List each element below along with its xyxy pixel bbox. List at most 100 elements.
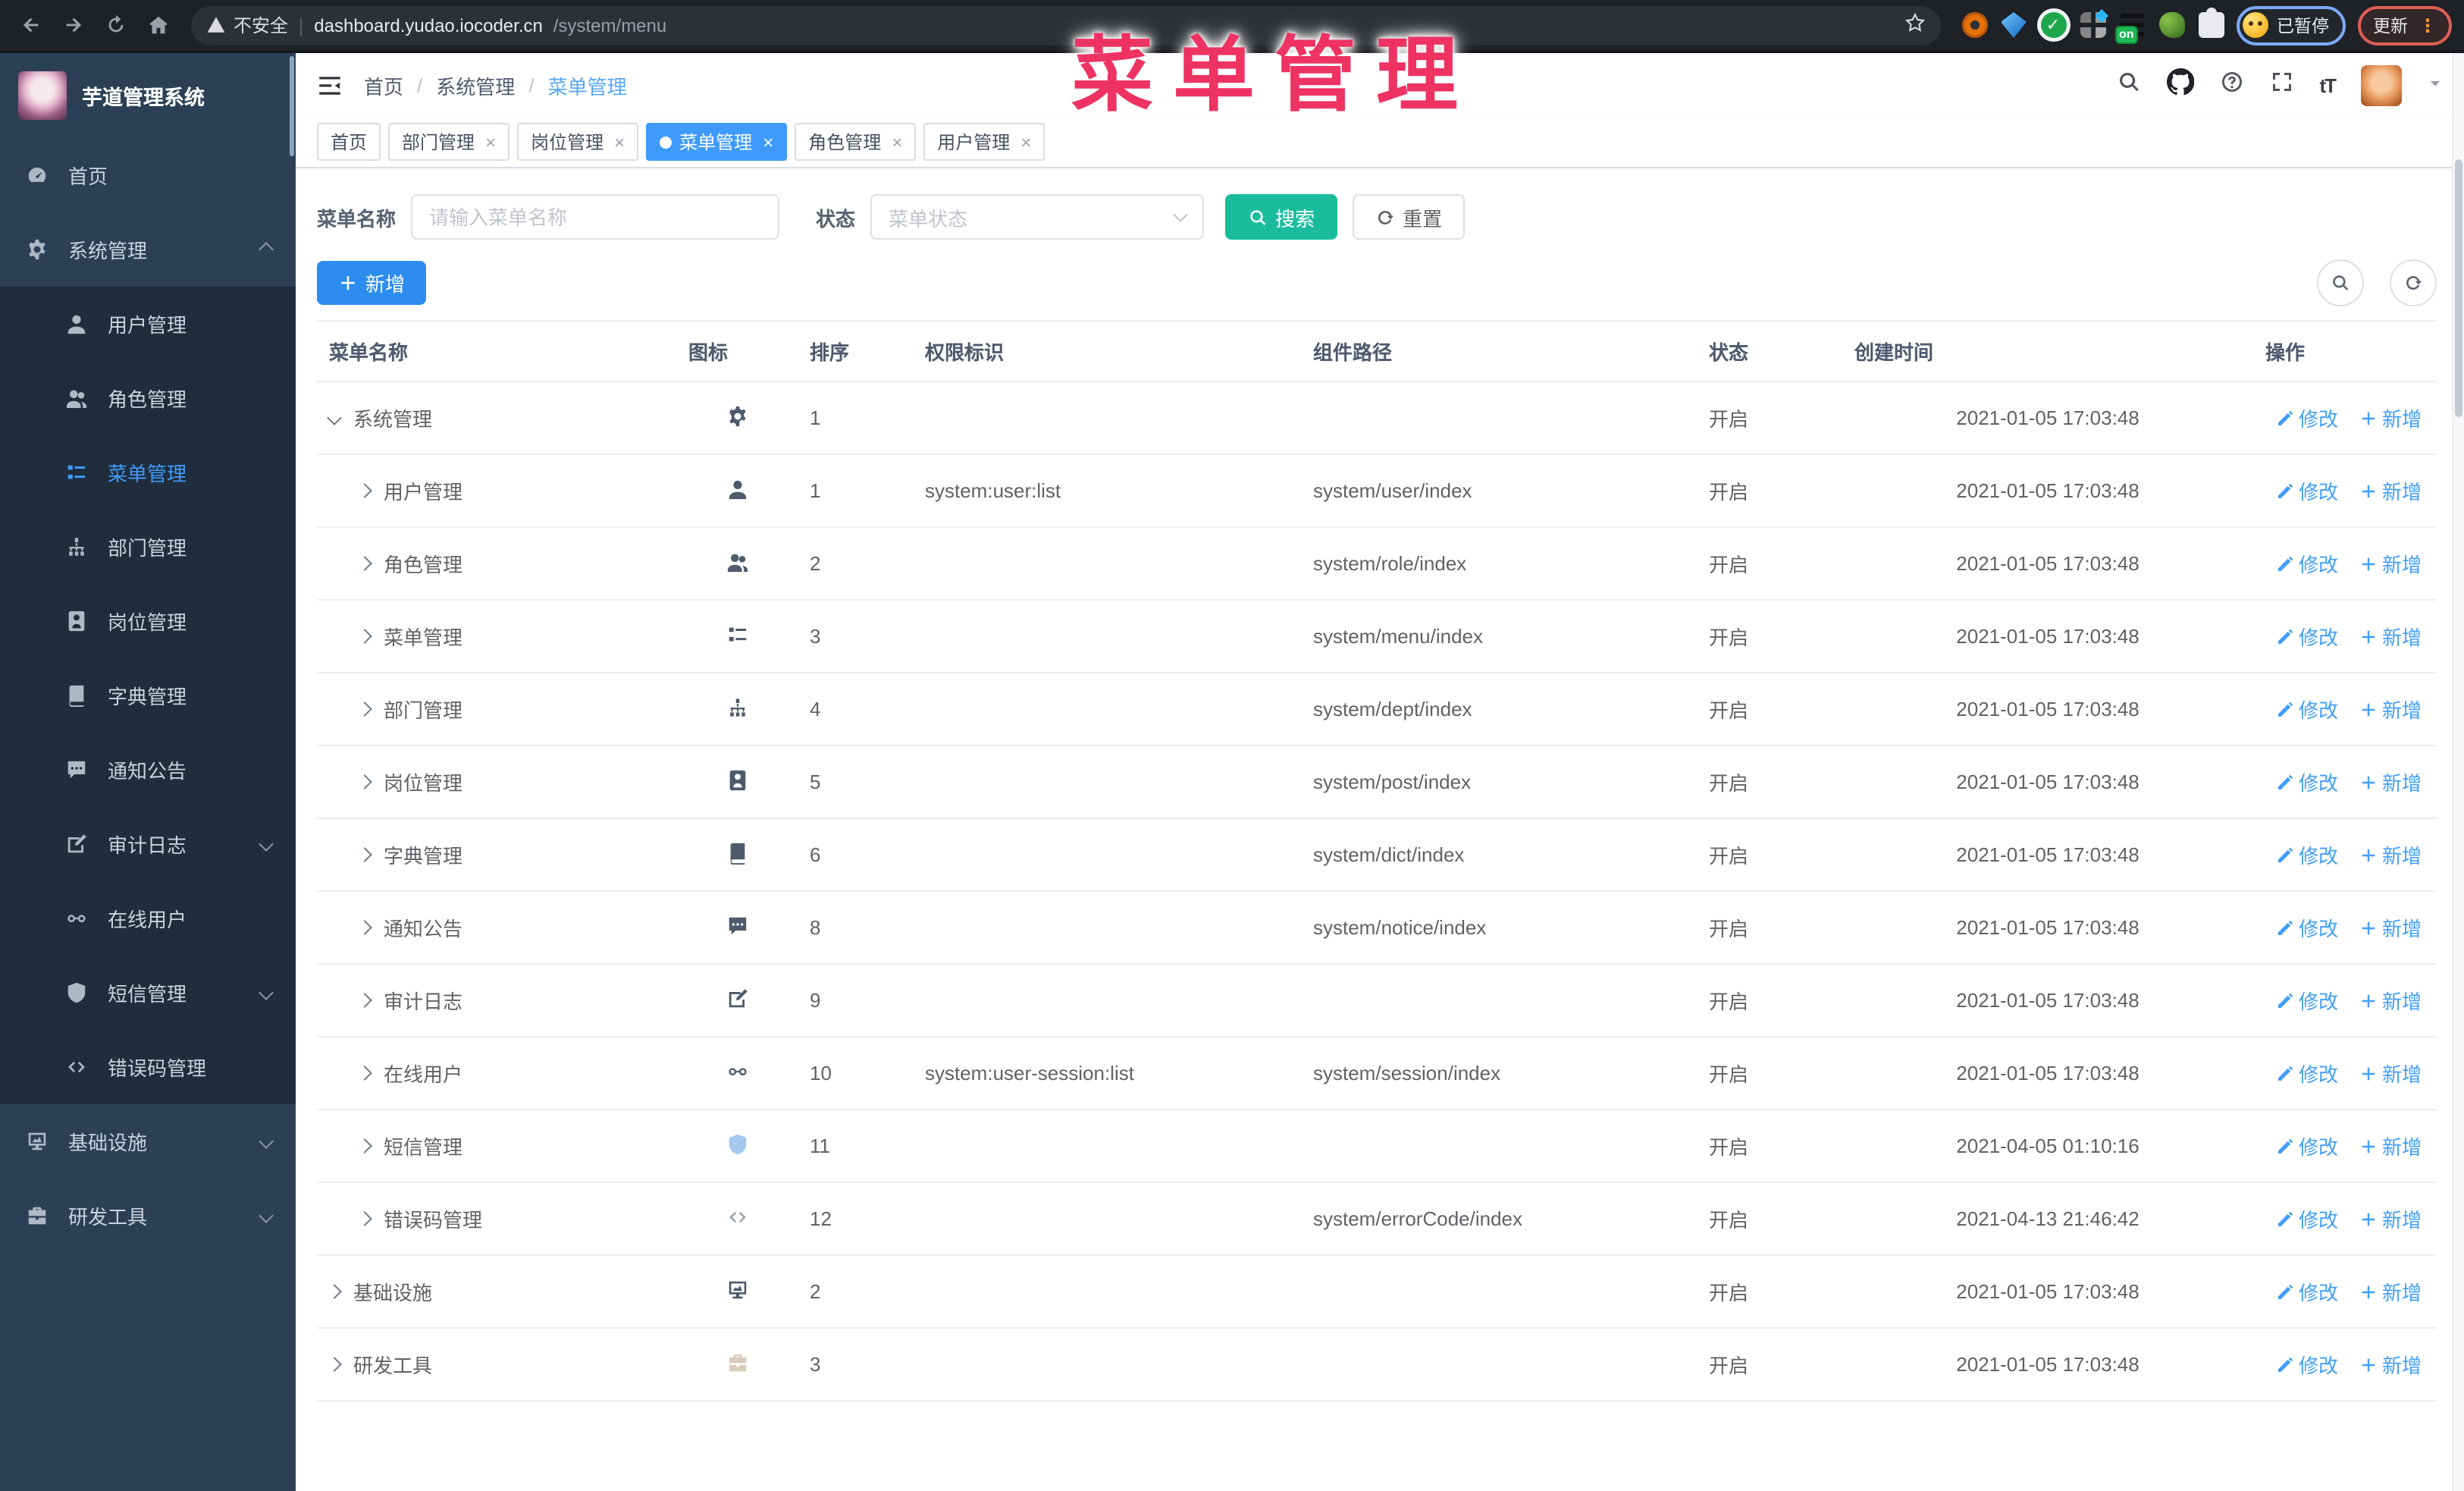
browser-update-button[interactable]: 更新 ⋮ bbox=[2358, 5, 2452, 45]
extension-gem-icon[interactable] bbox=[2001, 12, 2027, 38]
row-edit-link[interactable]: 修改 bbox=[2276, 1204, 2338, 1233]
browser-back-icon[interactable] bbox=[12, 7, 49, 43]
row-expand-icon[interactable] bbox=[357, 774, 372, 789]
sidebar-item[interactable]: 角色管理 bbox=[0, 361, 296, 435]
refresh-table-button[interactable] bbox=[2390, 259, 2437, 306]
reset-button[interactable]: 重置 bbox=[1353, 194, 1466, 240]
sidebar-item[interactable]: 研发工具 bbox=[0, 1179, 296, 1253]
row-add-link[interactable]: 新增 bbox=[2359, 913, 2422, 942]
row-add-link[interactable]: 新增 bbox=[2359, 1059, 2422, 1088]
search-button[interactable]: 搜索 bbox=[1225, 194, 1338, 240]
tab[interactable]: 部门管理 × bbox=[388, 123, 510, 161]
sidebar-item[interactable]: 系统管理 bbox=[0, 212, 296, 287]
row-edit-link[interactable]: 修改 bbox=[2276, 549, 2338, 578]
row-add-link[interactable]: 新增 bbox=[2359, 1132, 2422, 1160]
sidebar-item[interactable]: 岗位管理 bbox=[0, 584, 296, 658]
tab-close-icon[interactable]: × bbox=[485, 133, 496, 151]
browser-home-icon[interactable] bbox=[140, 7, 176, 43]
row-edit-link[interactable]: 修改 bbox=[2276, 986, 2338, 1015]
help-icon[interactable] bbox=[2219, 69, 2243, 101]
font-size-icon[interactable]: tT bbox=[2319, 74, 2337, 96]
row-add-link[interactable]: 新增 bbox=[2359, 840, 2422, 869]
extensions-puzzle-icon[interactable] bbox=[2198, 8, 2224, 38]
sidebar-item[interactable]: 部门管理 bbox=[0, 510, 296, 584]
menu-name-input[interactable] bbox=[411, 194, 780, 240]
row-edit-link[interactable]: 修改 bbox=[2276, 1059, 2338, 1088]
row-collapse-icon[interactable] bbox=[327, 410, 342, 425]
row-expand-icon[interactable] bbox=[357, 920, 372, 935]
row-edit-link[interactable]: 修改 bbox=[2276, 695, 2338, 724]
row-edit-link[interactable]: 修改 bbox=[2276, 1277, 2338, 1306]
window-scrollbar-thumb[interactable] bbox=[2455, 159, 2462, 417]
sidebar-item-active[interactable]: 菜单管理 bbox=[0, 435, 296, 510]
browser-forward-icon[interactable] bbox=[55, 7, 91, 43]
browser-menu-kebab-icon[interactable]: ⋮ bbox=[2419, 16, 2437, 34]
row-expand-icon[interactable] bbox=[327, 1284, 342, 1299]
sidebar-item[interactable]: 错误码管理 bbox=[0, 1030, 296, 1104]
tab-close-icon[interactable]: × bbox=[763, 133, 773, 151]
address-bar[interactable]: 不安全 | dashboard.yudao.iocoder.cn/system/… bbox=[191, 5, 1940, 45]
row-edit-link[interactable]: 修改 bbox=[2276, 767, 2338, 796]
row-expand-icon[interactable] bbox=[357, 1211, 372, 1226]
row-edit-link[interactable]: 修改 bbox=[2276, 913, 2338, 942]
row-add-link[interactable]: 新增 bbox=[2359, 622, 2422, 651]
row-add-link[interactable]: 新增 bbox=[2359, 986, 2422, 1015]
window-scrollbar[interactable] bbox=[2452, 53, 2464, 1491]
user-avatar[interactable] bbox=[2361, 64, 2402, 105]
row-expand-icon[interactable] bbox=[357, 702, 372, 717]
sidebar-item[interactable]: 在线用户 bbox=[0, 881, 296, 956]
security-warning-icon[interactable]: 不安全 bbox=[206, 12, 288, 38]
row-add-link[interactable]: 新增 bbox=[2359, 549, 2422, 578]
sidebar-item[interactable]: 基础设施 bbox=[0, 1104, 296, 1179]
row-edit-link[interactable]: 修改 bbox=[2276, 1132, 2338, 1160]
status-select[interactable]: 菜单状态 bbox=[870, 194, 1205, 240]
row-expand-icon[interactable] bbox=[357, 1066, 372, 1081]
search-icon[interactable] bbox=[2116, 69, 2140, 101]
tab[interactable]: 用户管理 × bbox=[923, 123, 1045, 161]
row-edit-link[interactable]: 修改 bbox=[2276, 840, 2338, 869]
browser-profile-button[interactable]: 已暂停 bbox=[2236, 5, 2346, 45]
tab[interactable]: 首页 bbox=[317, 123, 381, 161]
app-logo[interactable]: 芋道管理系统 bbox=[0, 53, 296, 138]
tab-close-icon[interactable]: × bbox=[1020, 133, 1031, 151]
row-expand-icon[interactable] bbox=[357, 847, 372, 862]
extension-check-icon[interactable]: ✓ bbox=[2040, 12, 2066, 38]
tab[interactable]: 角色管理 × bbox=[795, 123, 917, 161]
tab[interactable]: 岗位管理 × bbox=[517, 123, 639, 161]
sidebar-item[interactable]: 字典管理 bbox=[0, 658, 296, 733]
extension-paw-icon[interactable] bbox=[2158, 12, 2184, 38]
sidebar-item[interactable]: 短信管理 bbox=[0, 956, 296, 1030]
toggle-search-button[interactable] bbox=[2317, 259, 2364, 306]
user-menu-caret-icon[interactable] bbox=[2428, 71, 2443, 99]
breadcrumb-item[interactable]: 首页 bbox=[364, 71, 403, 99]
breadcrumb-item[interactable]: 系统管理 bbox=[436, 71, 515, 99]
row-add-link[interactable]: 新增 bbox=[2359, 1277, 2422, 1306]
github-icon[interactable] bbox=[2166, 67, 2194, 102]
tab-active[interactable]: 菜单管理 × bbox=[646, 123, 788, 161]
row-add-link[interactable]: 新增 bbox=[2359, 767, 2422, 796]
row-add-link[interactable]: 新增 bbox=[2359, 476, 2422, 505]
extension-list-icon[interactable]: on bbox=[2114, 12, 2145, 44]
extension-target-icon[interactable] bbox=[1961, 12, 1987, 38]
extension-grid-icon[interactable] bbox=[2080, 12, 2105, 38]
row-edit-link[interactable]: 修改 bbox=[2276, 403, 2338, 432]
row-expand-icon[interactable] bbox=[357, 993, 372, 1008]
sidebar-item[interactable]: 审计日志 bbox=[0, 807, 296, 881]
row-expand-icon[interactable] bbox=[357, 483, 372, 498]
row-expand-icon[interactable] bbox=[357, 556, 372, 571]
row-expand-icon[interactable] bbox=[327, 1357, 342, 1372]
row-expand-icon[interactable] bbox=[357, 629, 372, 644]
tab-close-icon[interactable]: × bbox=[892, 133, 902, 151]
sidebar-scrollbar-thumb[interactable] bbox=[290, 56, 294, 156]
sidebar-item[interactable]: 通知公告 bbox=[0, 733, 296, 807]
sidebar-item[interactable]: 首页 bbox=[0, 138, 296, 212]
row-add-link[interactable]: 新增 bbox=[2359, 1350, 2422, 1379]
fullscreen-icon[interactable] bbox=[2269, 69, 2293, 101]
row-expand-icon[interactable] bbox=[357, 1138, 372, 1154]
row-add-link[interactable]: 新增 bbox=[2359, 1204, 2422, 1233]
row-edit-link[interactable]: 修改 bbox=[2276, 622, 2338, 651]
row-edit-link[interactable]: 修改 bbox=[2276, 1350, 2338, 1379]
tab-close-icon[interactable]: × bbox=[614, 133, 625, 151]
sidebar-item[interactable]: 用户管理 bbox=[0, 287, 296, 361]
sidebar-collapse-icon[interactable] bbox=[317, 72, 343, 98]
